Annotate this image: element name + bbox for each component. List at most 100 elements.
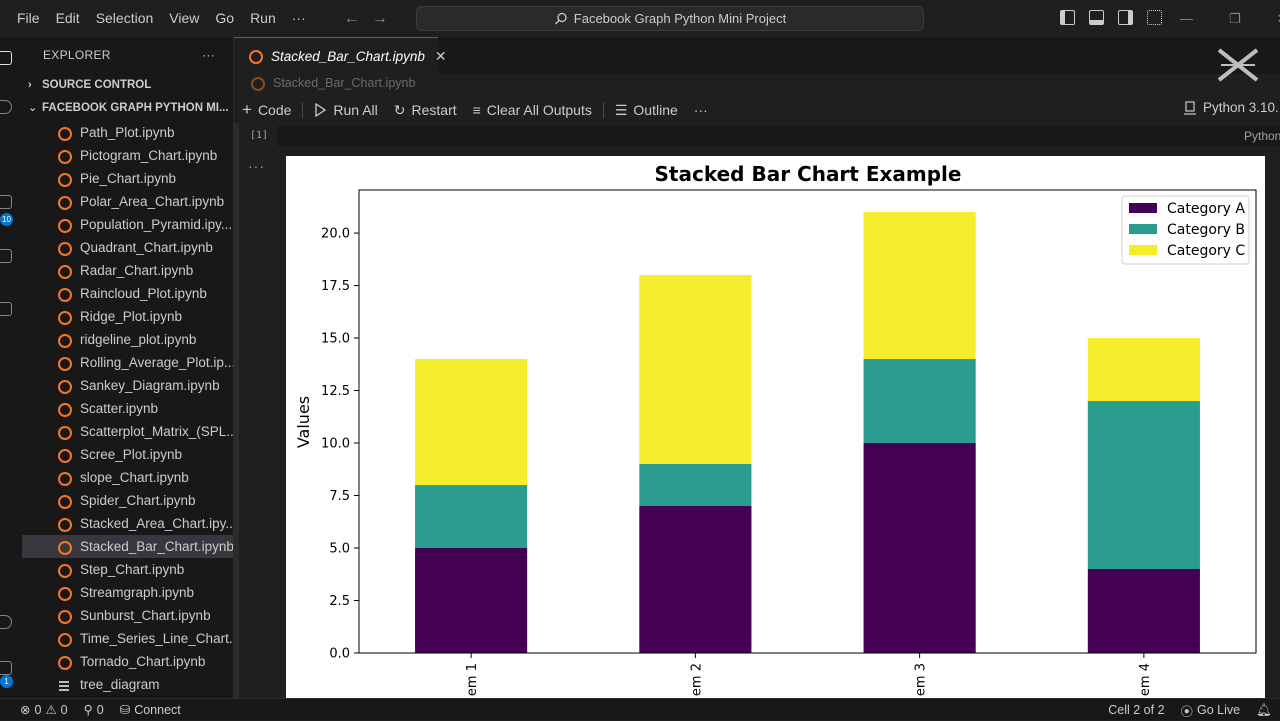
go-live-button[interactable]: ⦿ Go Live	[1173, 701, 1249, 720]
command-center-search[interactable]: Facebook Graph Python Mini Project	[416, 6, 924, 31]
file-name: Pictogram_Chart.ipynb	[80, 148, 218, 163]
file-icon	[57, 678, 71, 692]
file-item[interactable]: Sunburst_Chart.ipynb	[22, 604, 233, 627]
restart-button[interactable]: ↻ Restart	[386, 102, 465, 119]
jupyter-icon	[57, 379, 72, 394]
x-tick-label: em 4	[1138, 663, 1153, 696]
code-cell-collapsed[interactable]	[277, 126, 1280, 146]
file-tree: Path_Plot.ipynb Pictogram_Chart.ipynb Pie_…	[22, 121, 233, 696]
ports-count: 0	[96, 702, 104, 717]
jupyter-icon	[57, 287, 72, 302]
file-item[interactable]: Ridge_Plot.ipynb	[22, 305, 233, 328]
file-item[interactable]: Step_Chart.ipynb	[22, 558, 233, 581]
testing-icon[interactable]	[0, 249, 12, 263]
file-item[interactable]: Radar_Chart.ipynb	[22, 259, 233, 282]
search-activity-icon[interactable]	[0, 100, 12, 114]
kernel-label: Python 3.10.	[1203, 100, 1279, 115]
extensions-icon[interactable]	[0, 302, 12, 316]
problems-indicator[interactable]: ⊗ 0 ⚠ 0	[12, 702, 76, 718]
bar-segment	[1087, 338, 1200, 402]
file-item[interactable]: Quadrant_Chart.ipynb	[22, 236, 233, 259]
kernel-picker[interactable]: Python 3.10.	[1183, 100, 1279, 115]
clear-outputs-button[interactable]: ≡ Clear All Outputs	[465, 102, 600, 118]
explorer-more-icon[interactable]: ···	[202, 48, 215, 62]
manage-badge: 1	[0, 675, 13, 688]
tab-close-icon[interactable]: ✕	[435, 48, 447, 65]
source-control-section[interactable]: › SOURCE CONTROL	[22, 73, 233, 96]
ports-indicator[interactable]: ⚲ 0	[76, 702, 112, 718]
project-section[interactable]: ⌄ FACEBOOK GRAPH PYTHON MI...	[22, 96, 233, 119]
play-icon	[315, 103, 327, 117]
toggle-panel-icon[interactable]	[1089, 10, 1104, 25]
file-item[interactable]: Sankey_Diagram.ipynb	[22, 374, 233, 397]
file-item[interactable]: Population_Pyramid.ipy...	[22, 213, 233, 236]
bar-segment	[1087, 569, 1200, 653]
toggle-primary-sidebar-icon[interactable]	[1060, 10, 1075, 25]
run-all-button[interactable]: Run All	[306, 102, 385, 118]
account-icon[interactable]	[0, 615, 12, 629]
jupyter-icon	[57, 402, 72, 417]
menu-file[interactable]: File	[0, 0, 48, 37]
minimize-icon[interactable]: —	[1180, 11, 1193, 26]
database-icon: ⛁	[119, 703, 131, 717]
breadcrumb[interactable]: Stacked_Bar_Chart.ipynb	[250, 76, 415, 91]
file-item[interactable]: Time_Series_Line_Chart....	[22, 627, 233, 650]
cell-language-label[interactable]: Python	[1244, 129, 1280, 143]
file-name: Spider_Chart.ipynb	[80, 493, 196, 508]
notebook-toolbar: + Code Run All ↻ Restart ≡ Clear All Out…	[234, 97, 1280, 123]
ports-icon: ⚲	[83, 703, 93, 717]
file-item[interactable]: Scatter.ipynb	[22, 397, 233, 420]
explorer-title: EXPLORER	[43, 48, 111, 62]
bar-segment	[639, 275, 752, 465]
maximize-icon[interactable]: ❐	[1229, 11, 1241, 27]
menu-view[interactable]: View	[161, 0, 207, 37]
explorer-icon[interactable]	[0, 51, 12, 65]
error-icon: ⊗	[20, 703, 31, 717]
x-tick-label: em 2	[689, 663, 704, 696]
back-arrow-icon[interactable]: ←	[344, 10, 360, 28]
file-item[interactable]: Raincloud_Plot.ipynb	[22, 282, 233, 305]
add-code-button[interactable]: + Code	[234, 100, 299, 120]
file-item[interactable]: Streamgraph.ipynb	[22, 581, 233, 604]
file-item[interactable]: Scree_Plot.ipynb	[22, 443, 233, 466]
file-item[interactable]: Path_Plot.ipynb	[22, 121, 233, 144]
close-window-icon[interactable]: ✕	[1277, 11, 1280, 27]
manage-gear-icon[interactable]	[0, 661, 12, 675]
toggle-secondary-sidebar-icon[interactable]	[1118, 10, 1133, 25]
jupyter-icon	[57, 126, 72, 141]
menu-edit[interactable]: Edit	[48, 0, 88, 37]
customize-layout-icon[interactable]	[1147, 10, 1162, 25]
tab-stacked-bar-chart[interactable]: Stacked_Bar_Chart.ipynb ✕	[234, 37, 447, 74]
connect-button[interactable]: ⛁ Connect	[112, 702, 189, 718]
outline-button[interactable]: ☰ Outline	[607, 102, 686, 119]
source-control-icon[interactable]	[0, 195, 12, 209]
chart-title: Stacked Bar Chart Example	[655, 162, 962, 186]
jupyter-icon	[57, 172, 72, 187]
file-item[interactable]: Polar_Area_Chart.ipynb	[22, 190, 233, 213]
file-item[interactable]: ridgeline_plot.ipynb	[22, 328, 233, 351]
bar-segment	[415, 548, 528, 653]
file-item[interactable]: Pictogram_Chart.ipynb	[22, 144, 233, 167]
remote-indicator[interactable]	[0, 699, 12, 721]
forward-arrow-icon[interactable]: →	[372, 10, 388, 28]
toolbar-more-button[interactable]: ···	[686, 102, 716, 118]
file-item[interactable]: Pie_Chart.ipynb	[22, 167, 233, 190]
cell-position[interactable]: Cell 2 of 2	[1100, 703, 1172, 717]
editor-tab-bar: Stacked_Bar_Chart.ipynb ✕	[234, 37, 1280, 74]
file-item[interactable]: Tornado_Chart.ipynb	[22, 650, 233, 673]
menu-go[interactable]: Go	[207, 0, 242, 37]
file-item[interactable]: Spider_Chart.ipynb	[22, 489, 233, 512]
output-more-icon[interactable]: ···	[248, 158, 265, 174]
file-item[interactable]: slope_Chart.ipynb	[22, 466, 233, 489]
jupyter-icon	[250, 76, 265, 91]
file-item[interactable]: Rolling_Average_Plot.ip...	[22, 351, 233, 374]
source-control-badge: 10	[0, 213, 13, 226]
menu-run[interactable]: Run	[242, 0, 284, 37]
file-item[interactable]: tree_diagram	[22, 673, 233, 696]
file-item[interactable]: Scatterplot_Matrix_(SPL...	[22, 420, 233, 443]
file-item[interactable]: Stacked_Bar_Chart.ipynb	[22, 535, 233, 558]
menu-selection[interactable]: Selection	[88, 0, 162, 37]
file-item[interactable]: Stacked_Area_Chart.ipy...	[22, 512, 233, 535]
notifications-bell-icon[interactable]: 🔔︎	[1248, 703, 1280, 718]
menu-more[interactable]: ···	[284, 0, 314, 37]
